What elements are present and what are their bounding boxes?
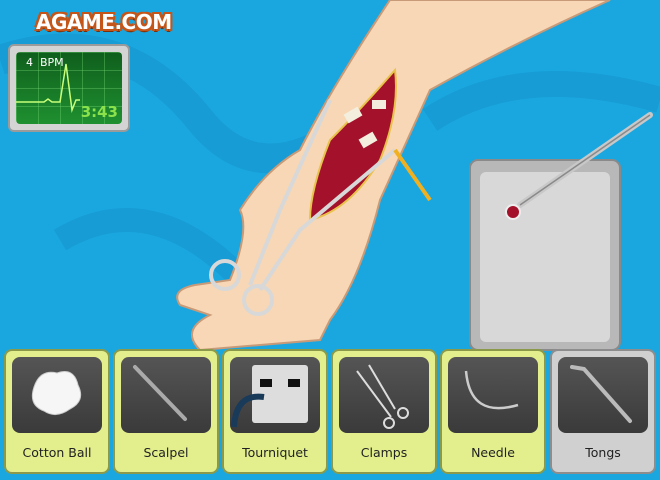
heart-monitor: 4 BPM 3:43 (8, 44, 130, 132)
tourniquet-icon (231, 365, 308, 428)
countdown-timer: 3:43 (80, 103, 118, 121)
tool-label: Clamps (360, 445, 408, 460)
tool-label: Scalpel (143, 445, 189, 460)
tourniquet-strap (393, 148, 432, 202)
clamps-icon (356, 364, 409, 429)
tool-label: Cotton Ball (22, 445, 92, 460)
scalpel-icon (133, 365, 187, 421)
tool-tourniquet[interactable]: Tourniquet (222, 349, 328, 474)
tool-label: Tongs (585, 445, 621, 460)
monitor-screen: 4 BPM 3:43 (16, 52, 122, 124)
tool-cotton-ball[interactable]: Cotton Ball (4, 349, 110, 474)
tool-clamps[interactable]: Clamps (331, 349, 437, 474)
tool-tongs[interactable]: Tongs (550, 349, 656, 474)
tool-label: Needle (471, 445, 515, 460)
needle-icon (464, 370, 519, 410)
tool-needle[interactable]: Needle (440, 349, 546, 474)
tongs-icon (570, 365, 632, 423)
agame-logo[interactable]: AGAME.COM (36, 10, 172, 34)
tool-scalpel[interactable]: Scalpel (113, 349, 219, 474)
cotton-ball-icon (31, 371, 82, 415)
tool-label: Tourniquet (242, 445, 308, 460)
tool-bar: Cotton Ball Scalpel Tourniquet Clamps Ne… (0, 349, 660, 475)
